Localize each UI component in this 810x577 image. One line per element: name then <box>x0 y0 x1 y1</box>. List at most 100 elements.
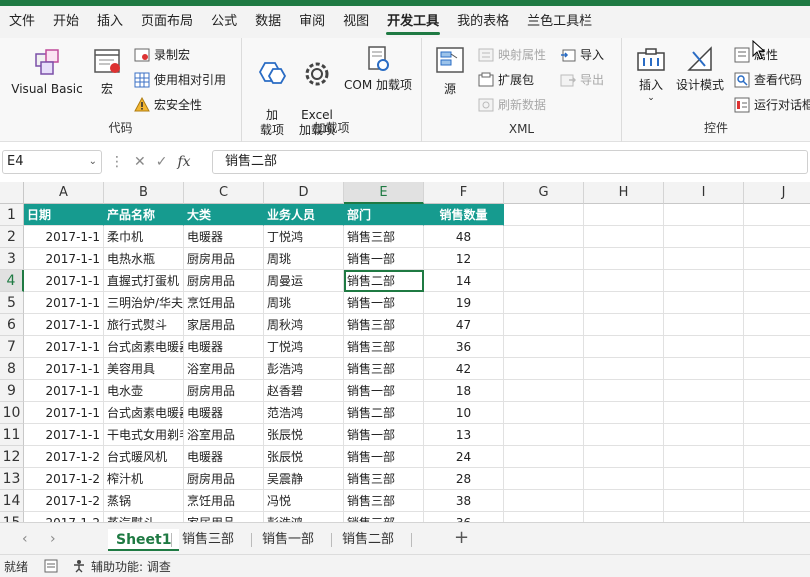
row-header[interactable]: 2 <box>0 226 24 248</box>
accessibility-icon[interactable] <box>72 559 86 573</box>
table-cell[interactable]: 电热水瓶 <box>104 248 184 270</box>
table-cell[interactable]: 厨房用品 <box>184 270 264 292</box>
column-header-I[interactable]: I <box>664 182 744 204</box>
insert-control-button[interactable]: 插入 ⌄ <box>632 44 670 103</box>
empty-cell[interactable] <box>504 512 584 522</box>
column-header-J[interactable]: J <box>744 182 810 204</box>
empty-cell[interactable] <box>504 358 584 380</box>
table-cell[interactable]: 蒸汽熨斗 <box>104 512 184 522</box>
table-cell[interactable]: 13 <box>424 424 504 446</box>
row-header[interactable]: 8 <box>0 358 24 380</box>
column-header-B[interactable]: B <box>104 182 184 204</box>
empty-cell[interactable] <box>744 380 810 402</box>
column-header-E[interactable]: E <box>344 182 424 204</box>
empty-cell[interactable] <box>584 380 664 402</box>
table-cell[interactable]: 2017-1-1 <box>24 424 104 446</box>
macro-security-button[interactable]: 宏安全性 <box>134 94 202 116</box>
table-cell[interactable]: 电暖器 <box>184 226 264 248</box>
table-cell[interactable]: 42 <box>424 358 504 380</box>
empty-cell[interactable] <box>744 248 810 270</box>
table-cell[interactable]: 18 <box>424 380 504 402</box>
sheet-tab-3[interactable]: 销售二部 <box>334 529 402 551</box>
empty-cell[interactable] <box>584 358 664 380</box>
empty-cell[interactable] <box>664 424 744 446</box>
table-cell[interactable]: 浴室用品 <box>184 358 264 380</box>
empty-cell[interactable] <box>504 226 584 248</box>
empty-cell[interactable] <box>664 468 744 490</box>
table-cell[interactable]: 赵香碧 <box>264 380 344 402</box>
table-cell[interactable]: 销售一部 <box>344 424 424 446</box>
empty-cell[interactable] <box>664 226 744 248</box>
table-cell[interactable]: 销售一部 <box>344 446 424 468</box>
table-cell[interactable]: 销售一部 <box>344 248 424 270</box>
table-cell[interactable]: 榨汁机 <box>104 468 184 490</box>
table-cell[interactable]: 家居用品 <box>184 314 264 336</box>
table-cell[interactable]: 销售一部 <box>344 292 424 314</box>
empty-cell[interactable] <box>504 402 584 424</box>
cancel-icon[interactable]: ✕ <box>134 154 146 170</box>
empty-cell[interactable] <box>504 380 584 402</box>
table-cell[interactable]: 2017-1-2 <box>24 512 104 522</box>
tab-1[interactable]: 开始 <box>44 6 88 38</box>
header-cell[interactable]: 销售数量 <box>424 204 504 226</box>
row-header[interactable]: 15 <box>0 512 24 522</box>
table-cell[interactable]: 38 <box>424 490 504 512</box>
table-cell[interactable]: 销售三部 <box>344 468 424 490</box>
empty-cell[interactable] <box>664 248 744 270</box>
table-cell[interactable]: 48 <box>424 226 504 248</box>
row-header[interactable]: 12 <box>0 446 24 468</box>
table-cell[interactable]: 2017-1-2 <box>24 468 104 490</box>
sheet-tab-1[interactable]: 销售三部 <box>174 529 242 551</box>
accessibility-status[interactable]: 辅助功能: 调查 <box>91 558 171 575</box>
tab-7[interactable]: 视图 <box>334 6 378 38</box>
xml-source-button[interactable]: 源 <box>432 44 468 97</box>
row-header[interactable]: 1 <box>0 204 24 226</box>
column-header-A[interactable]: A <box>24 182 104 204</box>
table-cell[interactable]: 2017-1-1 <box>24 402 104 424</box>
table-cell[interactable]: 丁悦鸿 <box>264 336 344 358</box>
empty-cell[interactable] <box>744 512 810 522</box>
table-cell[interactable]: 厨房用品 <box>184 248 264 270</box>
header-cell[interactable]: 大类 <box>184 204 264 226</box>
empty-cell[interactable] <box>504 468 584 490</box>
empty-cell[interactable] <box>584 314 664 336</box>
row-header[interactable]: 14 <box>0 490 24 512</box>
table-cell[interactable]: 厨房用品 <box>184 380 264 402</box>
empty-cell[interactable] <box>504 446 584 468</box>
xml-export-button[interactable]: 导出 <box>560 69 604 91</box>
refresh-data-button[interactable]: 刷新数据 <box>478 94 546 116</box>
empty-cell[interactable] <box>584 402 664 424</box>
table-cell[interactable]: 干电式女用剃毛 <box>104 424 184 446</box>
table-cell[interactable]: 周珧 <box>264 248 344 270</box>
header-cell[interactable]: 部门 <box>344 204 424 226</box>
sheet-tab-0[interactable]: Sheet1 <box>108 529 180 551</box>
table-cell[interactable]: 丁悦鸿 <box>264 226 344 248</box>
com-addins-button[interactable]: COM 加载项 <box>340 44 416 93</box>
table-cell[interactable]: 销售二部 <box>344 402 424 424</box>
xml-import-button[interactable]: 导入 <box>560 44 604 66</box>
empty-cell[interactable] <box>744 446 810 468</box>
table-cell[interactable]: 周曼运 <box>264 270 344 292</box>
tab-0[interactable]: 文件 <box>0 6 44 38</box>
empty-cell[interactable] <box>584 248 664 270</box>
empty-cell[interactable] <box>584 226 664 248</box>
table-cell[interactable]: 销售三部 <box>344 226 424 248</box>
table-cell[interactable]: 美容用具 <box>104 358 184 380</box>
empty-cell[interactable] <box>504 314 584 336</box>
table-cell[interactable]: 19 <box>424 292 504 314</box>
visual-basic-button[interactable]: Visual Basic <box>8 44 86 97</box>
add-sheet-icon[interactable]: + <box>454 527 469 548</box>
tab-10[interactable]: 兰色工具栏 <box>518 6 601 38</box>
table-cell[interactable]: 烹饪用品 <box>184 292 264 314</box>
empty-cell[interactable] <box>744 358 810 380</box>
table-cell[interactable]: 柔巾机 <box>104 226 184 248</box>
row-header[interactable]: 4 <box>0 270 24 292</box>
table-cell[interactable]: 台式暖风机 <box>104 446 184 468</box>
table-cell[interactable]: 张辰悦 <box>264 446 344 468</box>
table-cell[interactable]: 2017-1-2 <box>24 446 104 468</box>
table-cell[interactable]: 张辰悦 <box>264 424 344 446</box>
empty-cell[interactable] <box>504 270 584 292</box>
next-sheet-icon[interactable]: › <box>50 531 56 547</box>
table-cell[interactable]: 销售三部 <box>344 358 424 380</box>
table-cell[interactable]: 14 <box>424 270 504 292</box>
